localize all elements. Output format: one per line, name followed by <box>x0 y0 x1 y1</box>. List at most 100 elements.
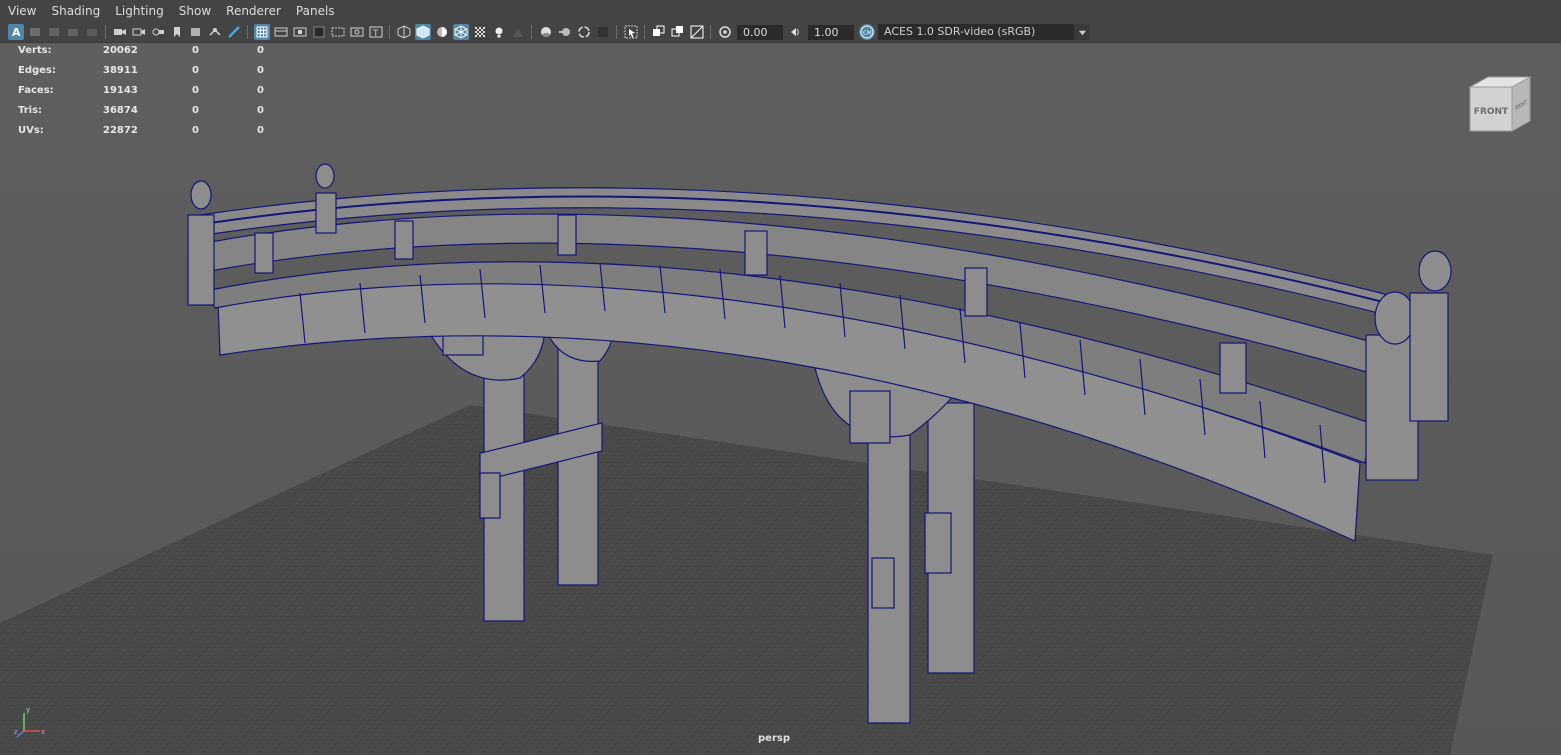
xray-icon[interactable] <box>472 24 488 40</box>
toolbar-separator <box>710 25 711 39</box>
menu-show[interactable]: Show <box>171 0 218 22</box>
backface-culling-icon[interactable] <box>689 24 705 40</box>
end-post-cap <box>1418 250 1452 292</box>
pillar-block <box>871 557 895 609</box>
pillar-block <box>479 472 501 519</box>
film-gate-icon[interactable] <box>273 24 289 40</box>
hud-comp: 0 <box>257 65 264 76</box>
menu-view[interactable]: View <box>0 0 43 22</box>
view-cube[interactable]: FRONT RIGHT <box>1468 73 1538 141</box>
end-post <box>187 214 215 306</box>
gate-mask-icon[interactable] <box>311 24 327 40</box>
use-all-lights-icon[interactable] <box>491 24 507 40</box>
svg-text:CM: CM <box>863 31 872 37</box>
camera-attributes-icon[interactable] <box>27 24 43 40</box>
svg-text:T: T <box>372 29 379 39</box>
hud-value: 36874 <box>103 105 138 116</box>
hud-label: Edges: <box>18 65 56 76</box>
2d-pan-zoom-icon[interactable] <box>84 24 100 40</box>
end-post-cap <box>1374 291 1416 345</box>
isolate-select-icon[interactable] <box>623 24 639 40</box>
end-post-cap <box>315 163 335 189</box>
hud-row: UVs: 22872 0 0 <box>0 123 300 139</box>
color-space-dropdown[interactable]: ACES 1.0 SDR-video (sRGB) <box>878 24 1090 40</box>
toolbar-separator <box>389 25 390 39</box>
smooth-shade-icon[interactable] <box>414 24 431 40</box>
3d-viewport[interactable]: Verts: 20062 0 0 Edges: 38911 0 0 Faces: 19143 0 0 T… <box>0 43 1561 755</box>
hud-sel: 0 <box>192 125 199 136</box>
hud-comp: 0 <box>257 105 264 116</box>
svg-text:A: A <box>12 26 21 39</box>
pillar-brace <box>924 512 952 574</box>
scene-render <box>0 43 1561 755</box>
image-plane-toggle-icon[interactable] <box>188 24 204 40</box>
hud-label: UVs: <box>18 125 44 136</box>
hud-label: Faces: <box>18 85 54 96</box>
wireframe-on-shaded-icon[interactable] <box>452 24 469 40</box>
hud-label: Tris: <box>18 105 43 116</box>
bookmark-icon[interactable] <box>46 24 62 40</box>
hud-row: Tris: 36874 0 0 <box>0 103 300 119</box>
pillar <box>557 342 599 586</box>
bracket-block <box>849 390 891 444</box>
menu-panels[interactable]: Panels <box>288 0 342 22</box>
resolution-gate-icon[interactable] <box>292 24 308 40</box>
panel-toolbar: A T 0.00 1.00 CM ACES 1.0 SDR-video (sRG… <box>0 22 1561 43</box>
safe-action-icon[interactable] <box>349 24 365 40</box>
motion-blur-icon[interactable] <box>557 24 573 40</box>
panel-menubar: View Shading Lighting Show Renderer Pane… <box>0 0 1561 22</box>
hud-comp: 0 <box>257 125 264 136</box>
gamma-field[interactable]: 1.00 <box>808 24 854 40</box>
depth-of-field-icon[interactable] <box>595 24 611 40</box>
hud-sel: 0 <box>192 105 199 116</box>
toolbar-separator <box>247 25 248 39</box>
end-post-cap <box>190 180 212 210</box>
camera-frustum-icon[interactable] <box>150 24 166 40</box>
exposure-icon[interactable] <box>717 24 733 40</box>
view-cube-front[interactable]: FRONT <box>1474 107 1509 117</box>
hud-sel: 0 <box>192 65 199 76</box>
camera-lock-icon[interactable] <box>131 24 147 40</box>
grid-icon[interactable] <box>253 24 270 40</box>
menu-renderer[interactable]: Renderer <box>218 0 288 22</box>
hud-value: 22872 <box>103 125 138 136</box>
pan-zoom-icon[interactable] <box>207 24 223 40</box>
hud-sel: 0 <box>192 45 199 56</box>
field-chart-icon[interactable] <box>330 24 346 40</box>
anti-aliasing-icon[interactable] <box>576 24 592 40</box>
color-management-icon[interactable]: CM <box>858 24 875 40</box>
grease-pencil-icon[interactable] <box>226 24 242 40</box>
menu-lighting[interactable]: Lighting <box>107 0 171 22</box>
camera-icon[interactable] <box>112 24 128 40</box>
color-space-value: ACES 1.0 SDR-video (sRGB) <box>884 25 1036 38</box>
default-material-icon[interactable] <box>434 24 450 40</box>
select-camera-icon[interactable]: A <box>7 24 24 40</box>
hud-row: Verts: 20062 0 0 <box>0 43 300 59</box>
end-post <box>1409 292 1449 422</box>
view-cube-shape: FRONT RIGHT <box>1468 76 1532 132</box>
bookmark-flag-icon[interactable] <box>169 24 185 40</box>
hud-sel: 0 <box>192 85 199 96</box>
screen-space-ao-icon[interactable] <box>538 24 554 40</box>
toolbar-separator <box>616 25 617 39</box>
hud-comp: 0 <box>257 45 264 56</box>
image-plane-icon[interactable] <box>65 24 81 40</box>
hud-value: 19143 <box>103 85 138 96</box>
exposure-field[interactable]: 0.00 <box>737 24 783 40</box>
hud-label: Verts: <box>18 45 52 56</box>
end-post <box>315 192 337 234</box>
chevron-down-icon[interactable] <box>1074 24 1090 40</box>
wireframe-icon[interactable] <box>396 24 412 40</box>
hud-row: Faces: 19143 0 0 <box>0 83 300 99</box>
xray-active-icon[interactable] <box>670 24 686 40</box>
toolbar-separator <box>531 25 532 39</box>
xray-joints-icon[interactable] <box>651 24 667 40</box>
safe-title-icon[interactable]: T <box>368 24 384 40</box>
toolbar-separator <box>105 25 106 39</box>
menu-shading[interactable]: Shading <box>43 0 107 22</box>
gamma-icon[interactable] <box>788 24 804 40</box>
hud-comp: 0 <box>257 85 264 96</box>
shadows-icon[interactable] <box>510 24 526 40</box>
hud-value: 38911 <box>103 65 138 76</box>
camera-name-label: persp <box>758 733 790 744</box>
